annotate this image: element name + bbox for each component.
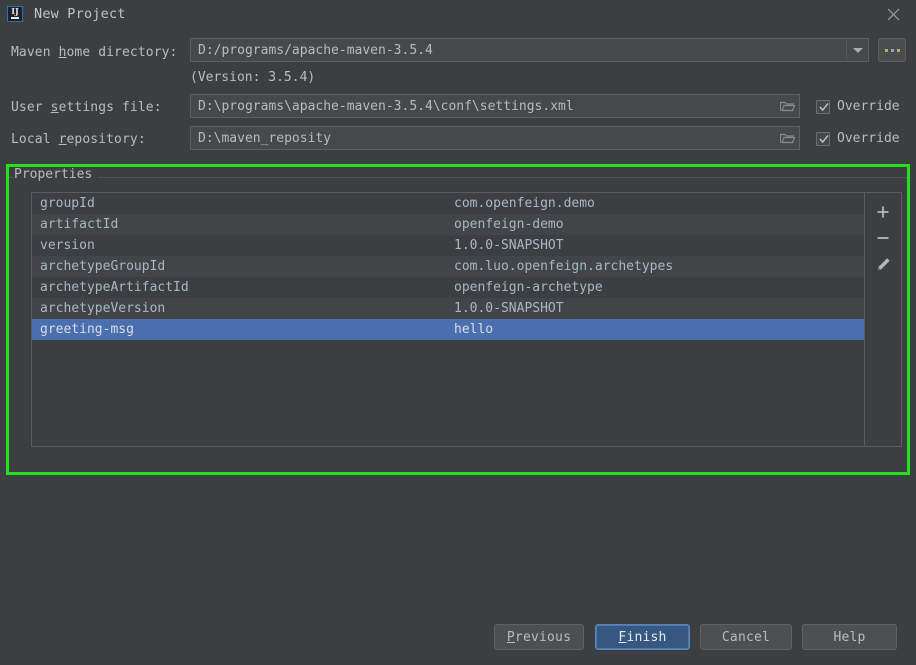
- property-key-cell: greeting-msg: [40, 322, 134, 337]
- local-repository-input[interactable]: D:\maven_reposity: [190, 126, 800, 150]
- maven-home-dropdown-chevron-down-icon[interactable]: [846, 38, 869, 62]
- property-value-cell: openfeign-demo: [454, 217, 564, 232]
- property-value-cell: 1.0.0-SNAPSHOT: [454, 238, 564, 253]
- local-repository-override-checkbox[interactable]: Override: [816, 131, 900, 146]
- user-settings-override-checkbox[interactable]: Override: [816, 99, 900, 114]
- maven-home-row: Maven home directory:: [11, 40, 177, 64]
- property-value-cell: openfeign-archetype: [454, 280, 603, 295]
- group-divider: [9, 177, 907, 178]
- maven-home-directory-input[interactable]: D:/programs/apache-maven-3.5.4: [190, 38, 846, 62]
- properties-table-body[interactable]: groupId com.openfeign.demo artifactId openf…: [32, 193, 864, 446]
- previous-button-label: Previous: [506, 629, 572, 645]
- finish-button[interactable]: Finish: [595, 624, 690, 650]
- add-property-button[interactable]: [868, 199, 898, 225]
- close-icon[interactable]: [870, 0, 916, 28]
- property-value-cell: com.openfeign.demo: [454, 196, 595, 211]
- finish-button-label: Finish: [618, 629, 667, 645]
- maven-home-browse-button[interactable]: [878, 38, 906, 62]
- remove-property-button[interactable]: [868, 225, 898, 251]
- intellij-idea-logo-icon: IJ: [7, 6, 23, 22]
- cancel-button-label: Cancel: [721, 629, 771, 645]
- properties-table-toolbar: [864, 193, 901, 446]
- local-repository-label: Local repository:: [11, 131, 146, 147]
- table-row[interactable]: version 1.0.0-SNAPSHOT: [32, 235, 864, 256]
- help-button[interactable]: Help: [802, 624, 897, 650]
- property-key-cell: artifactId: [40, 217, 119, 232]
- property-key-cell: archetypeArtifactId: [40, 280, 189, 295]
- property-key-cell: archetypeGroupId: [40, 259, 166, 274]
- table-row[interactable]: artifactId openfeign-demo: [32, 214, 864, 235]
- property-key-cell: version: [40, 238, 95, 253]
- window-title: New Project: [34, 6, 126, 22]
- property-key-cell: archetypeVersion: [40, 301, 166, 316]
- user-settings-file-input[interactable]: D:\programs\apache-maven-3.5.4\conf\sett…: [190, 94, 800, 118]
- checkbox-checked-icon: [816, 99, 830, 114]
- dialog-button-bar: Previous Finish Cancel Help: [0, 624, 916, 654]
- previous-button[interactable]: Previous: [494, 624, 584, 650]
- table-row[interactable]: archetypeGroupId com.luo.openfeign.archet…: [32, 256, 864, 277]
- user-settings-row: User settings file:: [11, 95, 162, 119]
- property-value-cell: com.luo.openfeign.archetypes: [454, 259, 674, 274]
- user-settings-folder-icon[interactable]: [775, 95, 799, 117]
- property-value-cell: hello: [454, 322, 494, 337]
- user-settings-label: User settings file:: [11, 99, 162, 115]
- table-row[interactable]: greeting-msg hello: [32, 319, 864, 340]
- help-button-label: Help: [833, 629, 866, 645]
- properties-group-title: Properties: [14, 167, 99, 182]
- table-row[interactable]: archetypeArtifactId openfeign-archetype: [32, 277, 864, 298]
- local-repository-folder-icon[interactable]: [775, 127, 799, 149]
- local-repository-row: Local repository:: [11, 127, 146, 151]
- local-repository-override-label: Override: [837, 131, 900, 146]
- window-title-bar: IJ New Project: [0, 0, 916, 28]
- properties-table: groupId com.openfeign.demo artifactId openf…: [31, 192, 902, 447]
- table-row[interactable]: archetypeVersion 1.0.0-SNAPSHOT: [32, 298, 864, 319]
- property-value-cell: 1.0.0-SNAPSHOT: [454, 301, 564, 316]
- edit-property-button[interactable]: [868, 251, 898, 277]
- checkbox-checked-icon: [816, 131, 830, 146]
- properties-group: Properties groupId com.openfeign.demo arti…: [9, 167, 907, 472]
- table-row[interactable]: groupId com.openfeign.demo: [32, 193, 864, 214]
- user-settings-override-label: Override: [837, 99, 900, 114]
- maven-version-note: (Version: 3.5.4): [190, 70, 316, 85]
- cancel-button[interactable]: Cancel: [700, 624, 792, 650]
- maven-home-label: Maven home directory:: [11, 44, 178, 60]
- property-key-cell: groupId: [40, 196, 95, 211]
